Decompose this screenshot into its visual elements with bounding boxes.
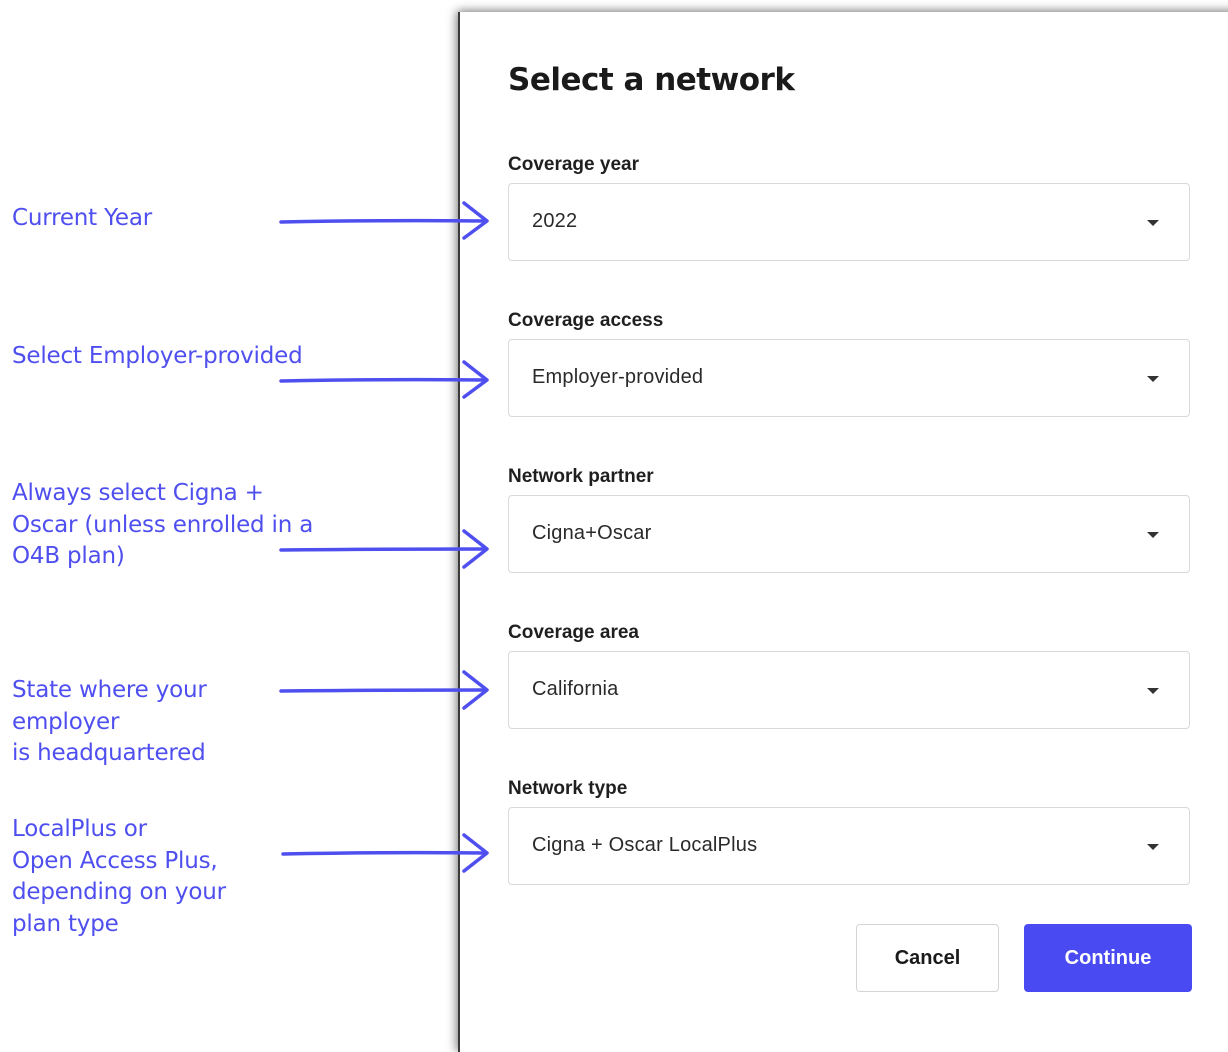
- right-arrow-icon: [279, 670, 489, 710]
- right-arrow-icon: [279, 529, 489, 569]
- right-arrow-icon: [279, 360, 489, 399]
- right-arrow-icon: [281, 833, 489, 873]
- annotation-arrows: [279, 201, 489, 873]
- right-arrow-icon: [279, 201, 489, 240]
